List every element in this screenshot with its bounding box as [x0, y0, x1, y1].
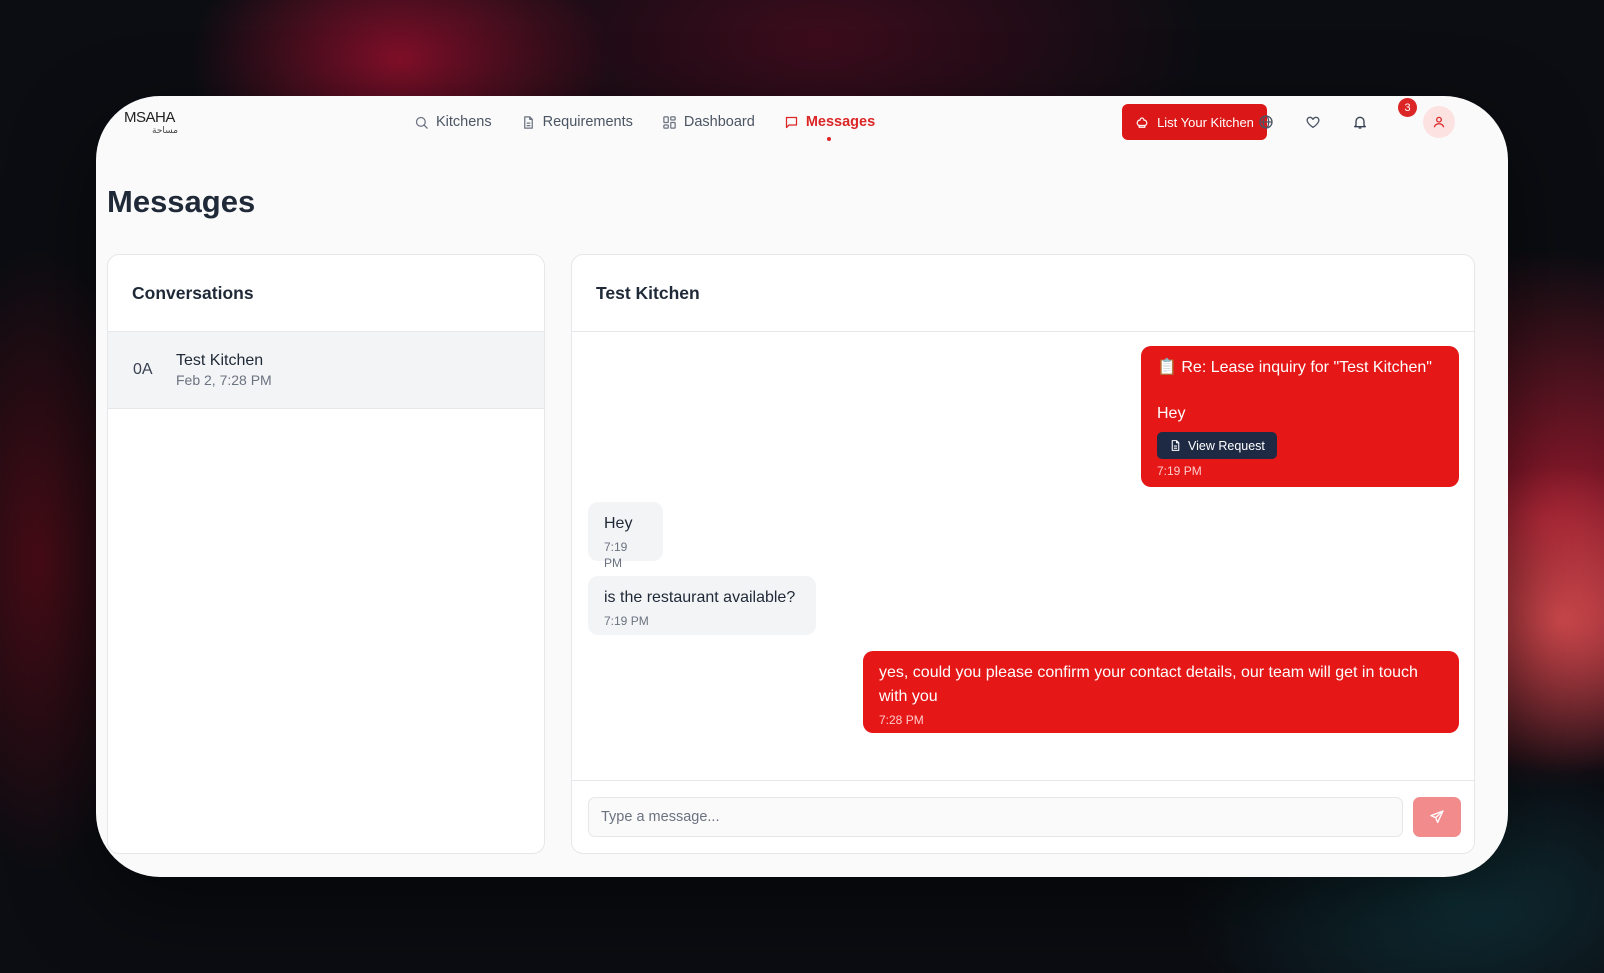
message-text: Hey — [604, 515, 633, 532]
message-bubble-incoming: Hey 7:19 PM — [588, 502, 663, 570]
view-request-label: View Request — [1188, 438, 1265, 453]
conversation-date: Feb 2, 7:28 PM — [176, 372, 272, 388]
nav-item-kitchens[interactable]: Kitchens — [414, 114, 492, 130]
nav-item-dashboard[interactable]: Dashboard — [662, 114, 755, 130]
dashboard-icon — [663, 115, 676, 129]
main-nav: Kitchens Requirements Dashboard Messages — [414, 96, 875, 148]
nav-label-requirements: Requirements — [542, 114, 633, 130]
send-button[interactable] — [1413, 797, 1461, 837]
page-title: Messages — [107, 184, 256, 219]
list-your-kitchen-label: List Your Kitchen — [1157, 114, 1254, 130]
conversation-info: Test Kitchen Feb 2, 7:28 PM — [176, 351, 272, 389]
nav-label-dashboard: Dashboard — [683, 114, 755, 130]
conversations-header: Conversations — [108, 255, 544, 332]
chef-hat-icon — [1136, 117, 1148, 128]
list-your-kitchen-button[interactable]: List Your Kitchen — [1122, 104, 1267, 140]
nav-item-messages[interactable]: Messages — [784, 114, 876, 141]
heart-icon — [1306, 116, 1320, 128]
message-time: 7:19 PM — [604, 540, 628, 570]
nav-label-kitchens: Kitchens — [436, 114, 492, 130]
user-icon — [1433, 116, 1445, 128]
chat-panel: Test Kitchen 📋 Re: Lease inquiry for "Te… — [571, 254, 1475, 854]
message-time: 7:19 PM — [1157, 464, 1202, 478]
message-text: Hey — [1157, 405, 1186, 422]
language-button[interactable] — [1253, 109, 1279, 135]
user-avatar-button[interactable] — [1423, 106, 1455, 138]
chat-header: Test Kitchen — [572, 255, 1474, 332]
send-icon — [1430, 810, 1444, 823]
nav-label-messages: Messages — [805, 114, 876, 130]
document-icon — [1171, 440, 1180, 451]
msaha-logo[interactable]: MSAHA مساحة — [124, 110, 178, 136]
conversation-item[interactable]: 0A Test Kitchen Feb 2, 7:28 PM — [108, 332, 544, 409]
document-icon — [523, 115, 533, 129]
search-icon — [415, 116, 428, 129]
nav-item-requirements[interactable]: Requirements — [521, 114, 633, 130]
message-text: is the restaurant available? — [604, 589, 796, 606]
conversation-initials: 0A — [133, 361, 153, 378]
conversation-name: Test Kitchen — [176, 352, 264, 369]
message-time: 7:28 PM — [879, 713, 924, 727]
logo-text: MSAHA — [124, 109, 175, 126]
message-subject: 📋 Re: Lease inquiry for "Test Kitchen" — [1157, 359, 1432, 376]
message-input[interactable] — [588, 797, 1403, 837]
message-icon — [785, 116, 797, 128]
message-text: yes, could you please confirm your conta… — [879, 664, 1418, 705]
message-composer — [572, 780, 1474, 853]
message-time: 7:19 PM — [604, 614, 649, 628]
app-window: MSAHA مساحة Kitchens Requirements Dashbo… — [96, 96, 1508, 877]
message-bubble-incoming: is the restaurant available? 7:19 PM — [588, 576, 816, 635]
message-bubble-outgoing: yes, could you please confirm your conta… — [863, 651, 1459, 733]
bell-icon — [1354, 116, 1366, 129]
active-indicator-dot — [827, 137, 832, 141]
message-bubble-outgoing: 📋 Re: Lease inquiry for "Test Kitchen" H… — [1141, 346, 1459, 487]
favorites-button[interactable] — [1300, 109, 1326, 135]
globe-icon — [1259, 115, 1273, 129]
conversations-panel: Conversations 0A Test Kitchen Feb 2, 7:2… — [107, 254, 545, 854]
notifications-button[interactable] — [1347, 109, 1373, 135]
view-request-button[interactable]: View Request — [1157, 432, 1277, 459]
notification-count-badge: 3 — [1398, 98, 1417, 117]
logo-arabic-text: مساحة — [152, 125, 178, 135]
